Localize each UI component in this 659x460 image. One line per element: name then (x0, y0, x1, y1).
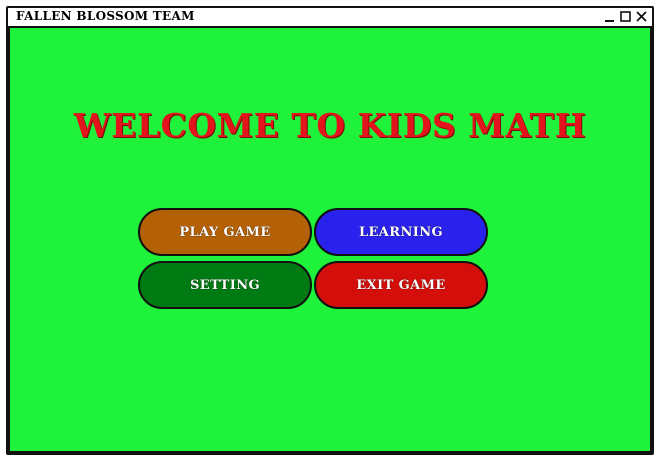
welcome-heading: Welcome to Kids Math (73, 106, 587, 145)
minimize-icon[interactable] (603, 9, 616, 23)
learning-button[interactable]: Learning (314, 208, 488, 256)
title-bar[interactable]: Fallen Blossom Team (8, 8, 652, 28)
exit-game-button[interactable]: Exit Game (314, 261, 488, 309)
play-game-button[interactable]: Play Game (138, 208, 312, 256)
app-window: Fallen Blossom Team Welcome to Kids Mat (6, 6, 654, 455)
window-controls (603, 9, 648, 23)
close-icon[interactable] (635, 9, 648, 23)
main-canvas: Welcome to Kids Math Play Game Learning … (8, 28, 652, 453)
window-title: Fallen Blossom Team (16, 9, 195, 23)
setting-button[interactable]: Setting (138, 261, 312, 309)
maximize-icon[interactable] (619, 9, 632, 23)
